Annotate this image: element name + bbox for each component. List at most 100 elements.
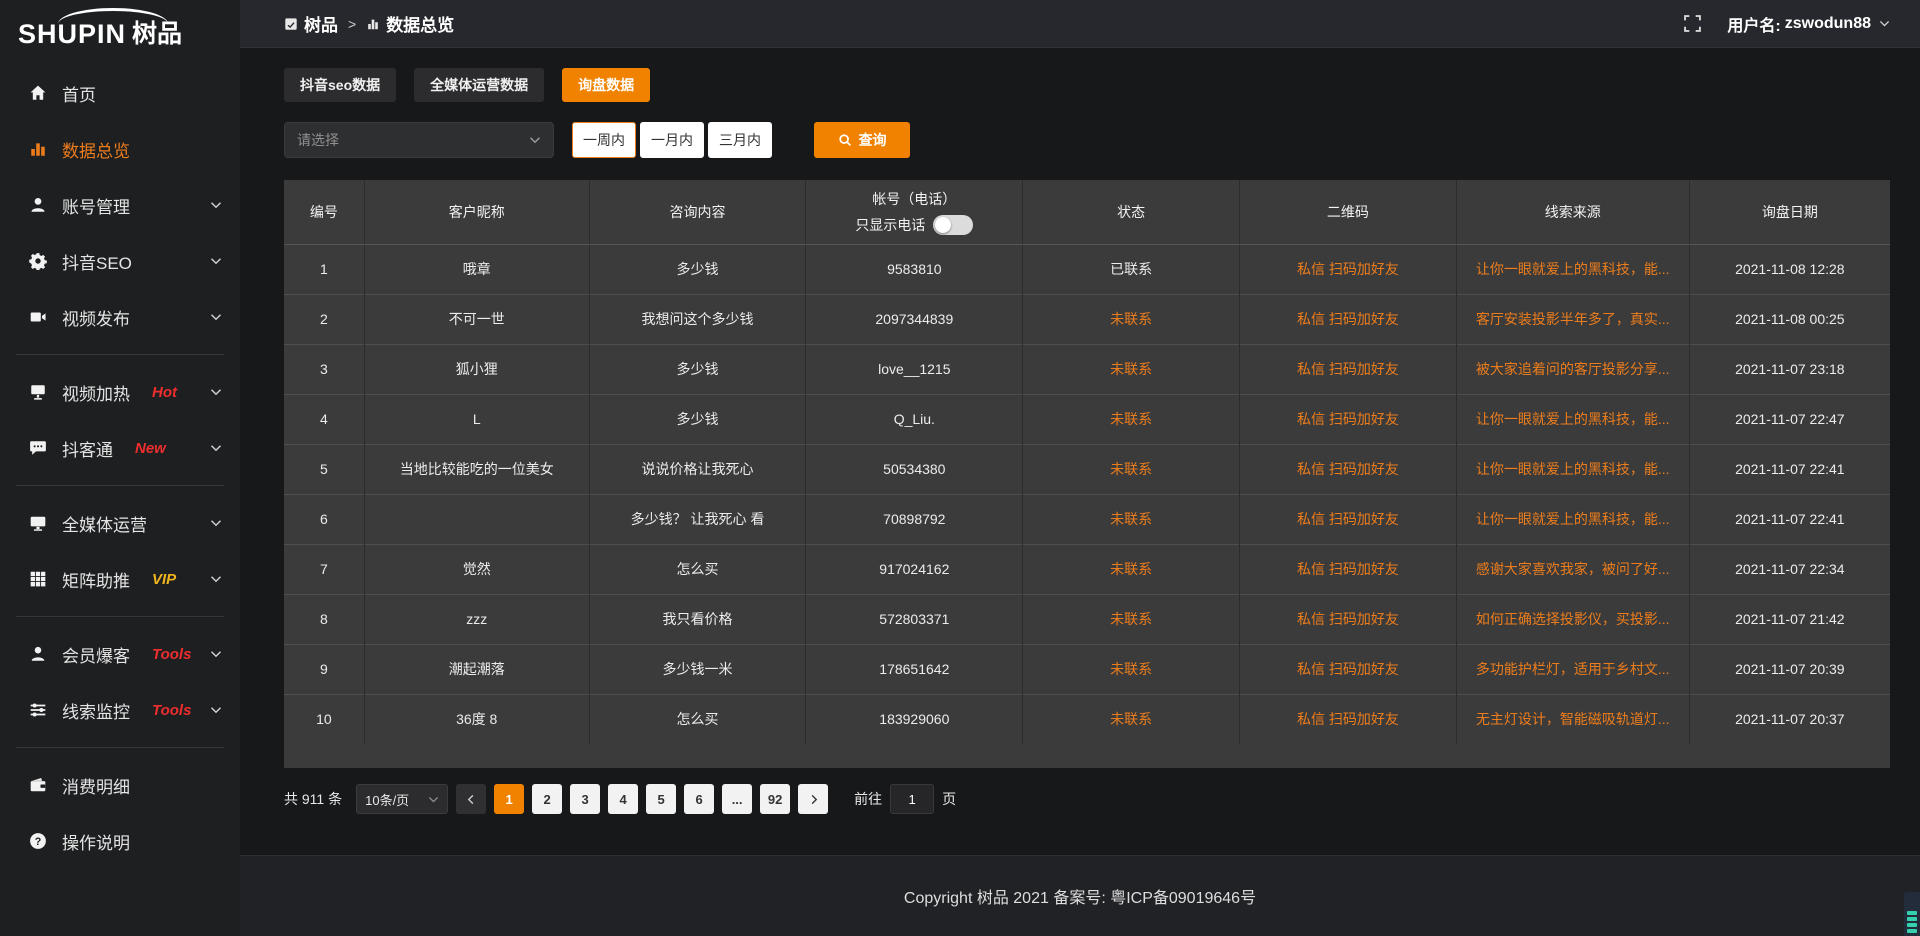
sidebar-item-operation-guide[interactable]: ? 操作说明	[0, 816, 240, 866]
fullscreen-icon[interactable]	[1684, 15, 1701, 32]
user-icon	[28, 195, 48, 215]
video-icon	[28, 307, 48, 327]
copyright-text: Copyright 树品 2021 备案号: 粤ICP备09019646号	[904, 884, 1256, 908]
question-icon: ?	[28, 831, 48, 851]
monitor-icon	[28, 513, 48, 533]
row-source-link[interactable]: 感谢大家喜欢我家，被问了好...	[1456, 544, 1689, 594]
sidebar-item-label: 操作说明	[62, 829, 130, 854]
page-button-3[interactable]: 3	[570, 784, 600, 814]
row-source-link[interactable]: 被大家追着问的客厅投影分享...	[1456, 344, 1689, 394]
floating-widget[interactable]	[1904, 892, 1920, 936]
tab-omni-media-data[interactable]: 全媒体运营数据	[414, 68, 544, 102]
tab-inquiry-data[interactable]: 询盘数据	[562, 68, 650, 102]
sidebar-item-doukotong[interactable]: 抖客通New	[0, 423, 240, 473]
row-no: 10	[284, 694, 364, 744]
sliders-icon	[28, 700, 48, 720]
row-status: 未联系	[1023, 444, 1240, 494]
sidebar-item-data-overview[interactable]: 数据总览	[0, 124, 240, 174]
sidebar-item-video-heat[interactable]: 视频加热Hot	[0, 367, 240, 417]
goto-unit: 页	[942, 789, 956, 809]
row-account: 9583810	[806, 244, 1023, 294]
query-button[interactable]: 查询	[814, 122, 910, 158]
row-qrcode-link[interactable]: 私信 扫码加好友	[1240, 344, 1457, 394]
row-account: 178651642	[806, 644, 1023, 694]
range-button-1[interactable]: 一月内	[640, 122, 704, 158]
page-button-4[interactable]: 4	[608, 784, 638, 814]
breadcrumb-current[interactable]: 数据总览	[366, 11, 454, 36]
chart-icon	[366, 17, 380, 31]
chevron-down-icon	[210, 648, 222, 660]
row-source-link[interactable]: 让你一眼就爱上的黑科技，能...	[1456, 494, 1689, 544]
range-button-2[interactable]: 三月内	[708, 122, 772, 158]
col-header-account-label: 帐号（电话）	[872, 189, 956, 209]
sidebar-item-omni-media[interactable]: 全媒体运营	[0, 498, 240, 548]
sidebar-item-member-baoke[interactable]: 会员爆客Tools	[0, 629, 240, 679]
row-date: 2021-11-07 20:39	[1689, 644, 1890, 694]
chevron-down-icon	[1879, 18, 1890, 29]
content-area: 抖音seo数据全媒体运营数据询盘数据 请选择 一周内一月内三月内 查询	[240, 48, 1920, 855]
row-nickname: 当地比较能吃的一位美女	[364, 444, 589, 494]
table-row: 1036度 8怎么买183929060未联系私信 扫码加好友无主灯设计，智能磁吸…	[284, 694, 1890, 744]
row-source-link[interactable]: 无主灯设计，智能磁吸轨道灯...	[1456, 694, 1689, 744]
sidebar-item-consumption-detail[interactable]: 消费明细	[0, 760, 240, 810]
table-row: 2不可一世我想问这个多少钱2097344839未联系私信 扫码加好友客厅安装投影…	[284, 294, 1890, 344]
row-source-link[interactable]: 多功能护栏灯，适用于乡村文...	[1456, 644, 1689, 694]
row-source-link[interactable]: 让你一眼就爱上的黑科技，能...	[1456, 244, 1689, 294]
row-qrcode-link[interactable]: 私信 扫码加好友	[1240, 494, 1457, 544]
table-row: 9潮起潮落多少钱一米178651642未联系私信 扫码加好友多功能护栏灯，适用于…	[284, 644, 1890, 694]
sidebar-item-video-publish[interactable]: 视频发布	[0, 292, 240, 342]
home-icon	[28, 83, 48, 103]
breadcrumb-separator: >	[348, 16, 356, 32]
col-header-source: 线索来源	[1456, 180, 1689, 244]
row-qrcode-link[interactable]: 私信 扫码加好友	[1240, 394, 1457, 444]
row-date: 2021-11-07 20:37	[1689, 694, 1890, 744]
row-account: Q_Liu.	[806, 394, 1023, 444]
sidebar-item-home[interactable]: 首页	[0, 68, 240, 118]
breadcrumb-root[interactable]: 树品	[284, 11, 338, 36]
row-qrcode-link[interactable]: 私信 扫码加好友	[1240, 694, 1457, 744]
tab-douyin-seo-data[interactable]: 抖音seo数据	[284, 68, 396, 102]
app-root: SHUPIN 树品 首页数据总览账号管理抖音SEO视频发布视频加热Hot抖客通N…	[0, 0, 1920, 936]
row-source-link[interactable]: 客厅安装投影半年多了，真实...	[1456, 294, 1689, 344]
row-account: love__1215	[806, 344, 1023, 394]
chevron-down-icon	[210, 199, 222, 211]
page-button-5[interactable]: 5	[646, 784, 676, 814]
row-source-link[interactable]: 让你一眼就爱上的黑科技，能...	[1456, 394, 1689, 444]
page-ellipsis-button[interactable]: ...	[722, 784, 752, 814]
chevron-down-icon	[210, 255, 222, 267]
row-qrcode-link[interactable]: 私信 扫码加好友	[1240, 644, 1457, 694]
prev-page-button[interactable]	[456, 784, 486, 814]
row-source-link[interactable]: 让你一眼就爱上的黑科技，能...	[1456, 444, 1689, 494]
row-content: 多少钱？ 让我死心 看	[589, 494, 806, 544]
page-size-select[interactable]: 10条/页	[356, 784, 448, 814]
row-status: 未联系	[1023, 544, 1240, 594]
row-no: 9	[284, 644, 364, 694]
sidebar-item-douyin-seo[interactable]: 抖音SEO	[0, 236, 240, 286]
page-size-value: 10条/页	[365, 790, 409, 809]
row-no: 6	[284, 494, 364, 544]
sidebar-item-badge: Hot	[152, 384, 177, 401]
sidebar-item-account-management[interactable]: 账号管理	[0, 180, 240, 230]
row-qrcode-link[interactable]: 私信 扫码加好友	[1240, 544, 1457, 594]
phone-only-toggle[interactable]	[933, 215, 973, 235]
sidebar-item-matrix-boost[interactable]: 矩阵助推VIP	[0, 554, 240, 604]
row-nickname: 潮起潮落	[364, 644, 589, 694]
row-qrcode-link[interactable]: 私信 扫码加好友	[1240, 444, 1457, 494]
row-qrcode-link[interactable]: 私信 扫码加好友	[1240, 594, 1457, 644]
row-qrcode-link[interactable]: 私信 扫码加好友	[1240, 244, 1457, 294]
filter-select[interactable]: 请选择	[284, 122, 554, 158]
page-button-1[interactable]: 1	[494, 784, 524, 814]
row-qrcode-link[interactable]: 私信 扫码加好友	[1240, 294, 1457, 344]
page-button-2[interactable]: 2	[532, 784, 562, 814]
row-no: 1	[284, 244, 364, 294]
page-button-92[interactable]: 92	[760, 784, 790, 814]
sidebar-item-label: 抖音SEO	[62, 249, 132, 274]
sidebar-item-clue-monitor[interactable]: 线索监控Tools	[0, 685, 240, 735]
user-menu[interactable]: 用户名: zswodun88	[1727, 12, 1890, 36]
next-page-button[interactable]	[798, 784, 828, 814]
row-content: 怎么买	[589, 544, 806, 594]
goto-page-input[interactable]	[890, 784, 934, 814]
row-source-link[interactable]: 如何正确选择投影仪，买投影...	[1456, 594, 1689, 644]
page-button-6[interactable]: 6	[684, 784, 714, 814]
range-button-0[interactable]: 一周内	[572, 122, 636, 158]
